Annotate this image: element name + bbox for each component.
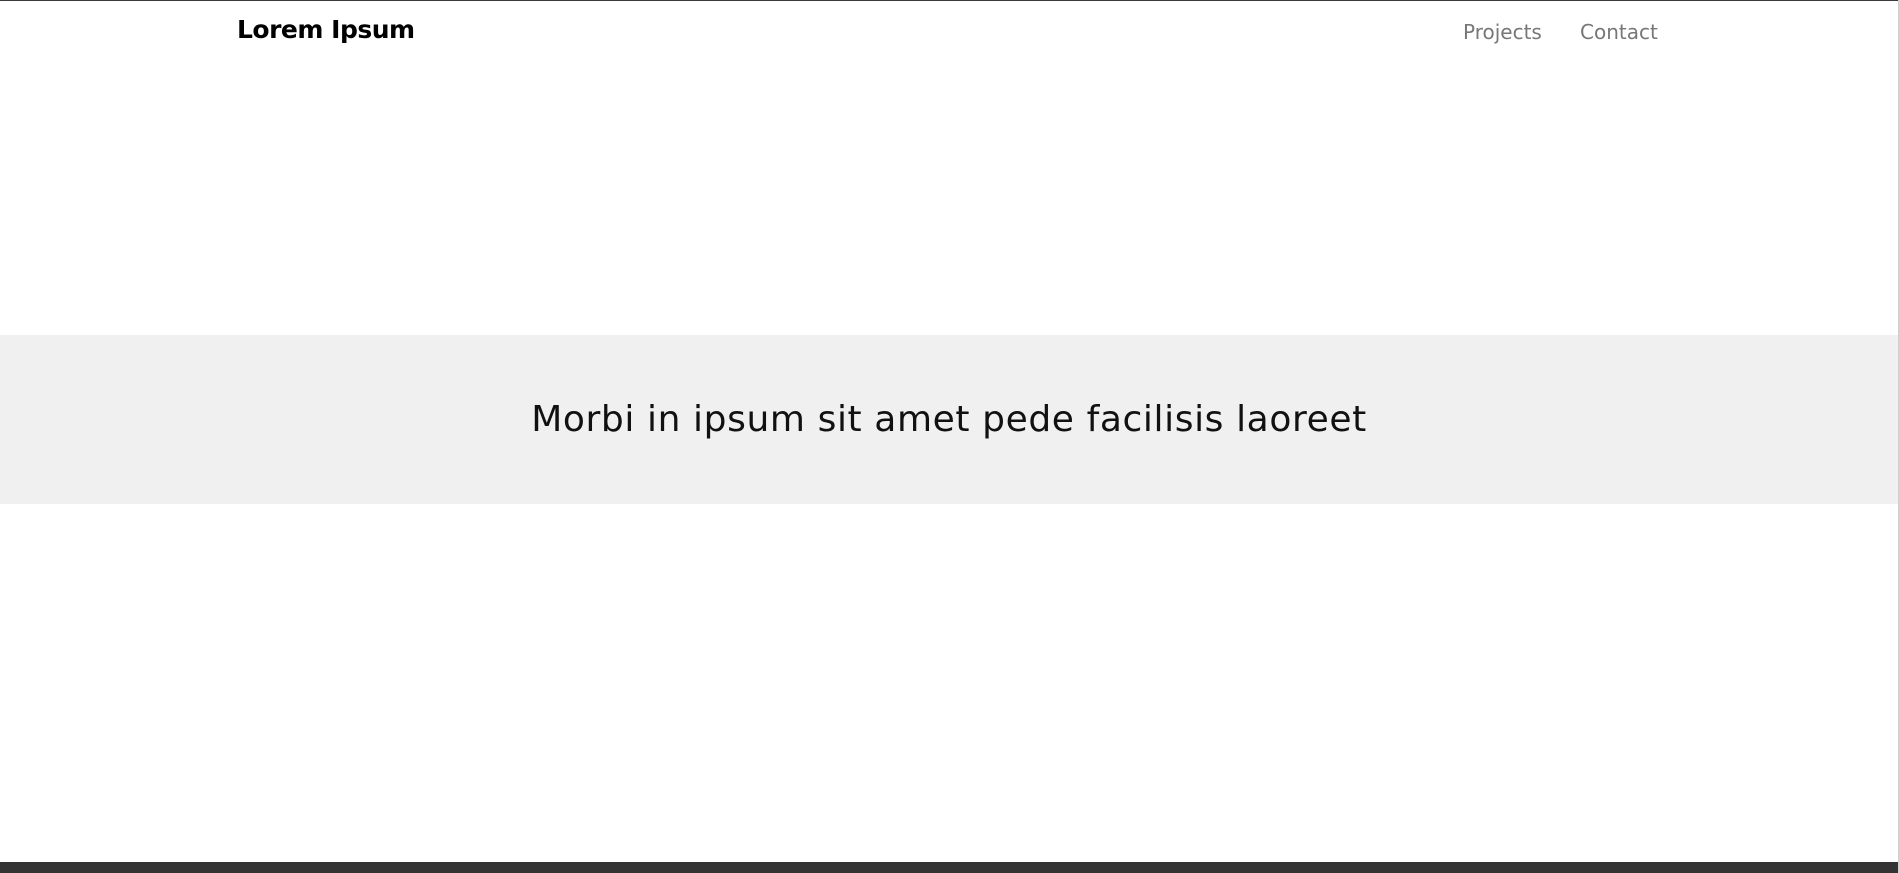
footer-bar — [0, 862, 1899, 873]
brand-logo-link[interactable]: Lorem Ipsum — [237, 15, 415, 44]
banner-heading: Morbi in ipsum sit amet pede facilisis l… — [531, 399, 1367, 440]
navbar: Lorem Ipsum Projects Contact — [0, 1, 1899, 65]
nav-link-projects[interactable]: Projects — [1463, 20, 1542, 44]
nav-link-contact[interactable]: Contact — [1580, 20, 1658, 44]
page: Lorem Ipsum Projects Contact Morbi in ip… — [0, 0, 1899, 873]
hero-banner: Morbi in ipsum sit amet pede facilisis l… — [0, 335, 1898, 504]
